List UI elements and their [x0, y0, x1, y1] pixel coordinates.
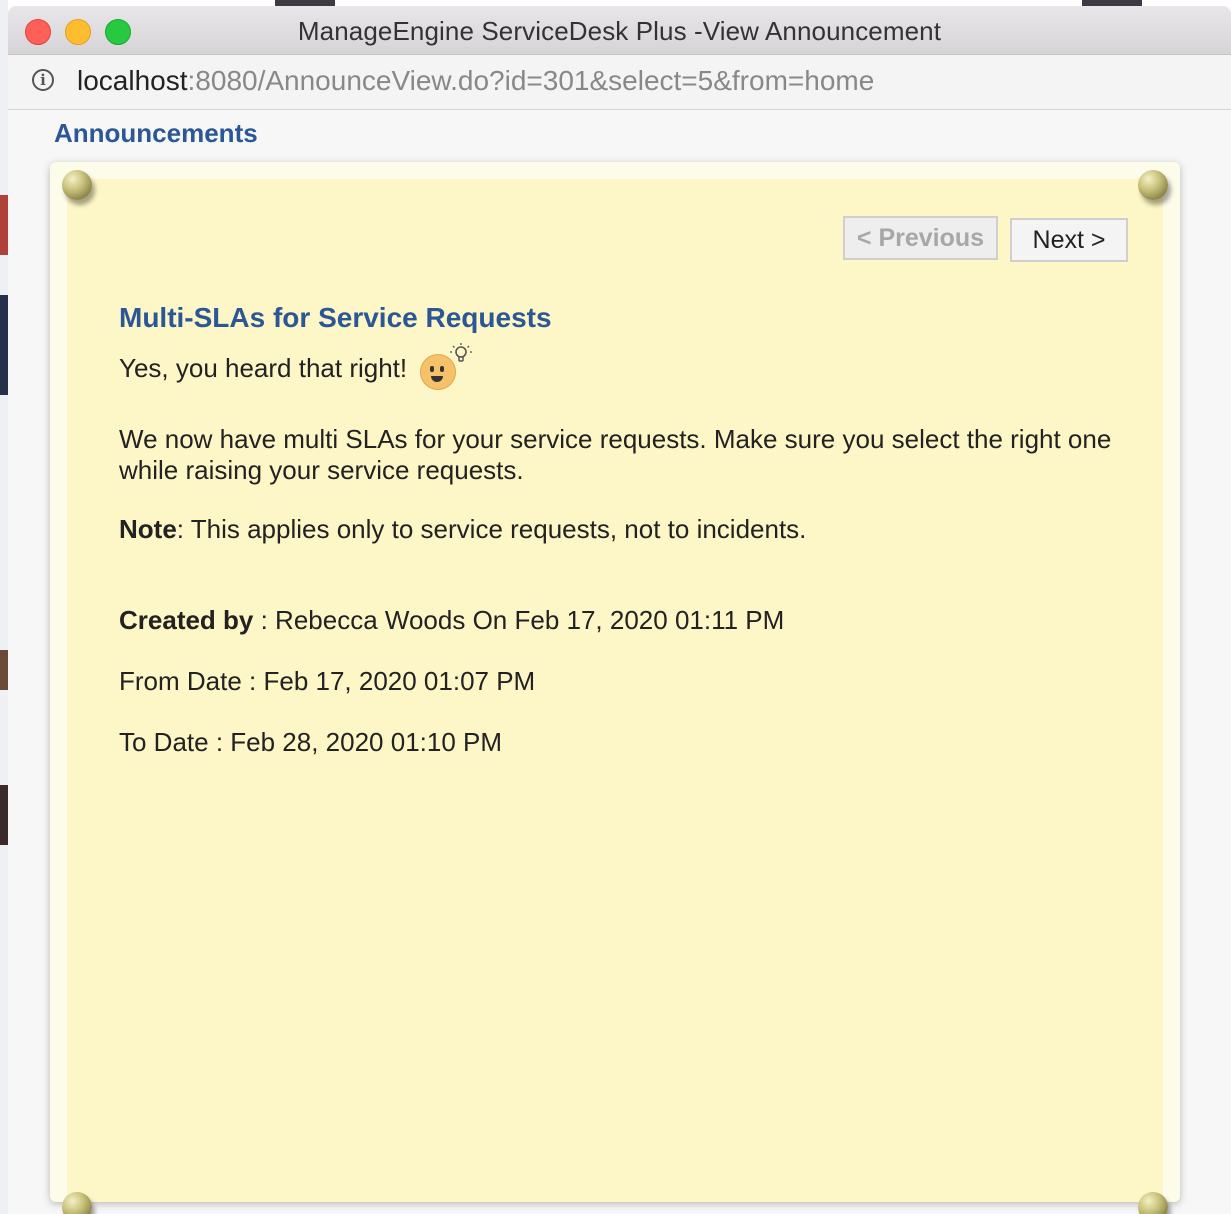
- url-text[interactable]: localhost:8080/AnnounceView.do?id=301&se…: [77, 65, 874, 97]
- to-date: To Date : Feb 28, 2020 01:10 PM: [119, 727, 503, 757]
- pushpin-icon: [1138, 1192, 1168, 1214]
- announcement-title: Multi-SLAs for Service Requests: [119, 302, 552, 333]
- note-text: : This applies only to service requests,…: [176, 514, 807, 544]
- background-window-edge: [0, 0, 8, 1214]
- title-bar: ManageEngine ServiceDesk Plus -View Anno…: [8, 6, 1231, 55]
- pushpin-icon: [62, 170, 92, 200]
- announcement-body: We now have multi SLAs for your service …: [119, 424, 1112, 485]
- address-bar[interactable]: i localhost:8080/AnnounceView.do?id=301&…: [8, 55, 1231, 110]
- created-by-label: Created by: [119, 605, 254, 635]
- created-by-line: Created by : Rebecca Woods On Feb 17, 20…: [119, 605, 784, 636]
- lightbulb-icon: [450, 343, 472, 371]
- page-title: Announcements: [54, 118, 258, 148]
- previous-button[interactable]: < Previous: [843, 216, 998, 260]
- from-date: From Date : Feb 17, 2020 01:07 PM: [119, 666, 536, 696]
- announcement-note: < Previous Next > Multi-SLAs for Service…: [50, 162, 1180, 1214]
- browser-window: ManageEngine ServiceDesk Plus -View Anno…: [8, 6, 1231, 1214]
- note-label: Note: [119, 514, 177, 544]
- url-path: :8080/AnnounceView.do?id=301&select=5&fr…: [187, 65, 875, 96]
- announcement-note-line: Note: This applies only to service reque…: [119, 514, 806, 545]
- url-host: localhost: [77, 65, 188, 96]
- pushpin-icon: [1138, 170, 1168, 200]
- created-by-value: : Rebecca Woods On Feb 17, 2020 01:11 PM: [253, 605, 785, 635]
- page-content: Announcements < Previous Next > Multi-SL…: [8, 110, 1231, 1214]
- pushpin-icon: [62, 1192, 92, 1214]
- announcement-intro: Yes, you heard that right!: [119, 353, 408, 383]
- window-title: ManageEngine ServiceDesk Plus -View Anno…: [297, 16, 942, 46]
- next-button[interactable]: Next >: [1010, 218, 1128, 262]
- announcement-panel: < Previous Next > Multi-SLAs for Service…: [67, 179, 1163, 1202]
- info-icon[interactable]: i: [32, 69, 54, 91]
